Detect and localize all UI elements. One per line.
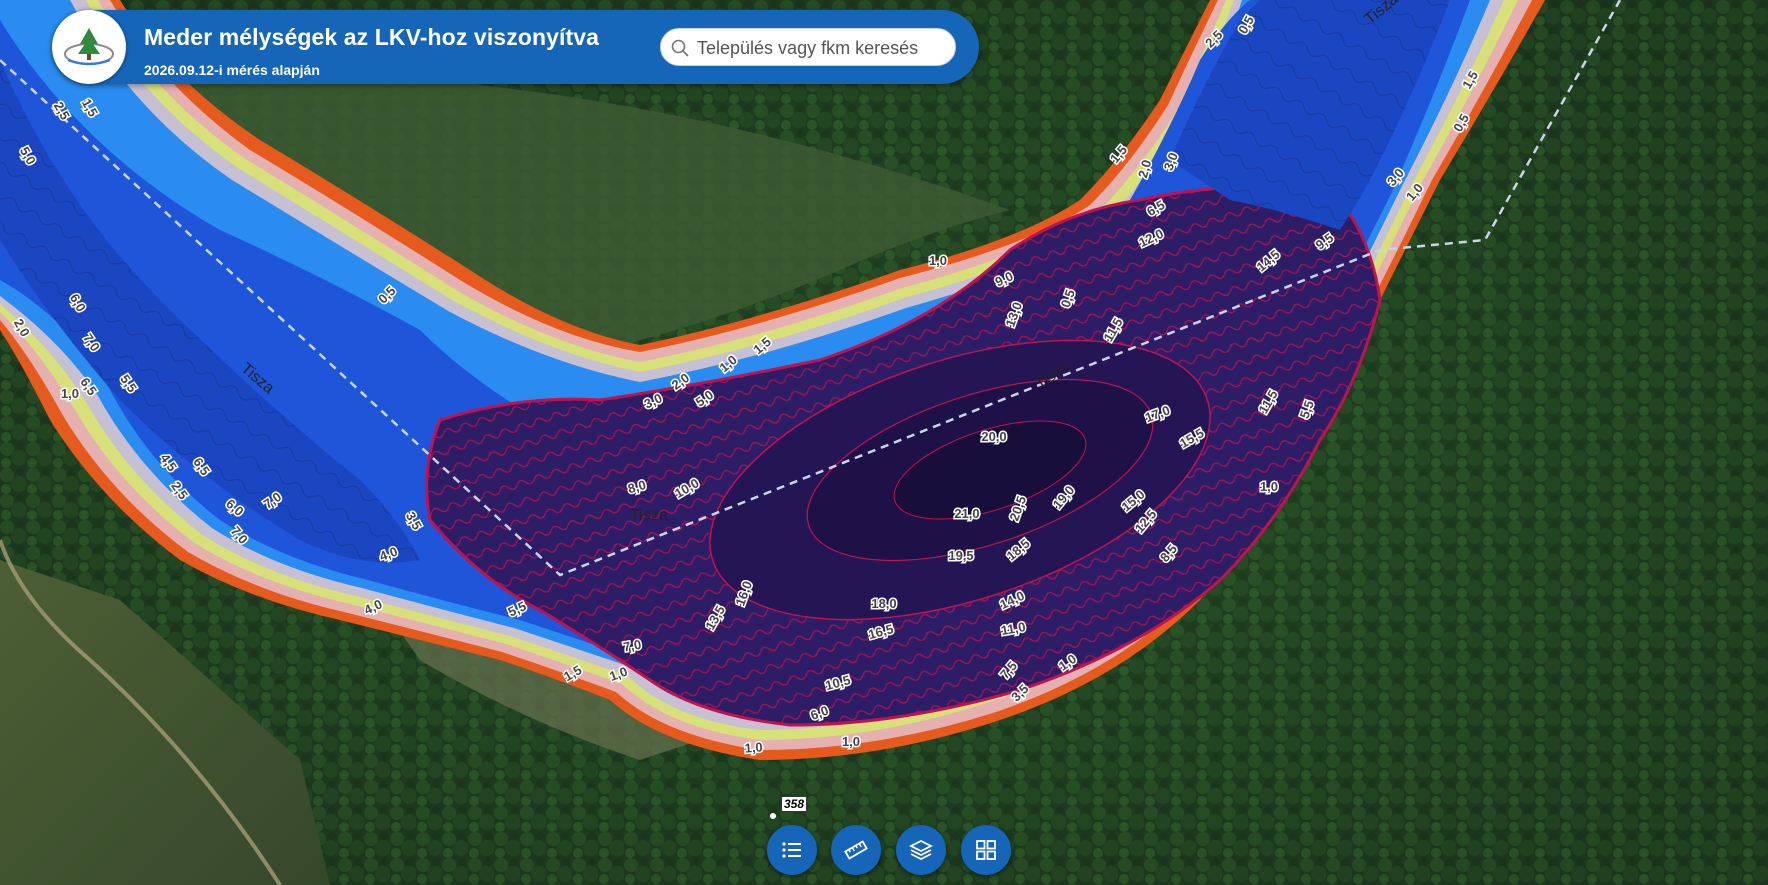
measure-button[interactable] — [831, 825, 881, 875]
layers-icon — [909, 839, 933, 861]
depth-label: 21,0 — [954, 506, 979, 521]
app-logo[interactable] — [52, 10, 126, 84]
km-marker-dot — [770, 813, 776, 819]
depth-label: 1,0 — [929, 253, 947, 268]
page-title: Meder mélységek az LKV-hoz viszonyítva — [144, 24, 600, 50]
depth-label: 19,5 — [948, 548, 973, 563]
grid-icon — [976, 840, 996, 860]
depth-label: 7,0 — [622, 637, 642, 655]
km-marker-label: 358 — [781, 796, 808, 812]
map-view[interactable]: Tisza Tisza Tisza Tisza 5,02,5 1,56,02,07… — [0, 0, 1768, 885]
app-header: Meder mélységek az LKV-hoz viszonyítva 2… — [52, 10, 979, 84]
search-input[interactable] — [695, 29, 949, 67]
search-icon — [671, 39, 689, 57]
basemap-gallery-button[interactable] — [961, 825, 1011, 875]
depth-label: 1,0 — [842, 734, 860, 749]
depth-label: 1,0 — [744, 739, 763, 756]
depth-label: 1,0 — [1260, 479, 1278, 494]
depth-label: 18,0 — [871, 596, 896, 611]
layers-button[interactable] — [896, 825, 946, 875]
bottom-toolbar — [0, 825, 1768, 875]
depth-label: 20,0 — [981, 429, 1006, 444]
tree-logo-icon — [64, 28, 114, 66]
ruler-icon — [844, 840, 868, 860]
river-label: Tisza — [630, 507, 668, 524]
legend-button[interactable] — [767, 825, 817, 875]
page-subtitle: 2026.09.12-i mérés alapján — [144, 62, 320, 78]
list-icon — [782, 842, 801, 858]
search-box[interactable] — [660, 28, 956, 67]
depth-label: 1,0 — [61, 386, 79, 401]
